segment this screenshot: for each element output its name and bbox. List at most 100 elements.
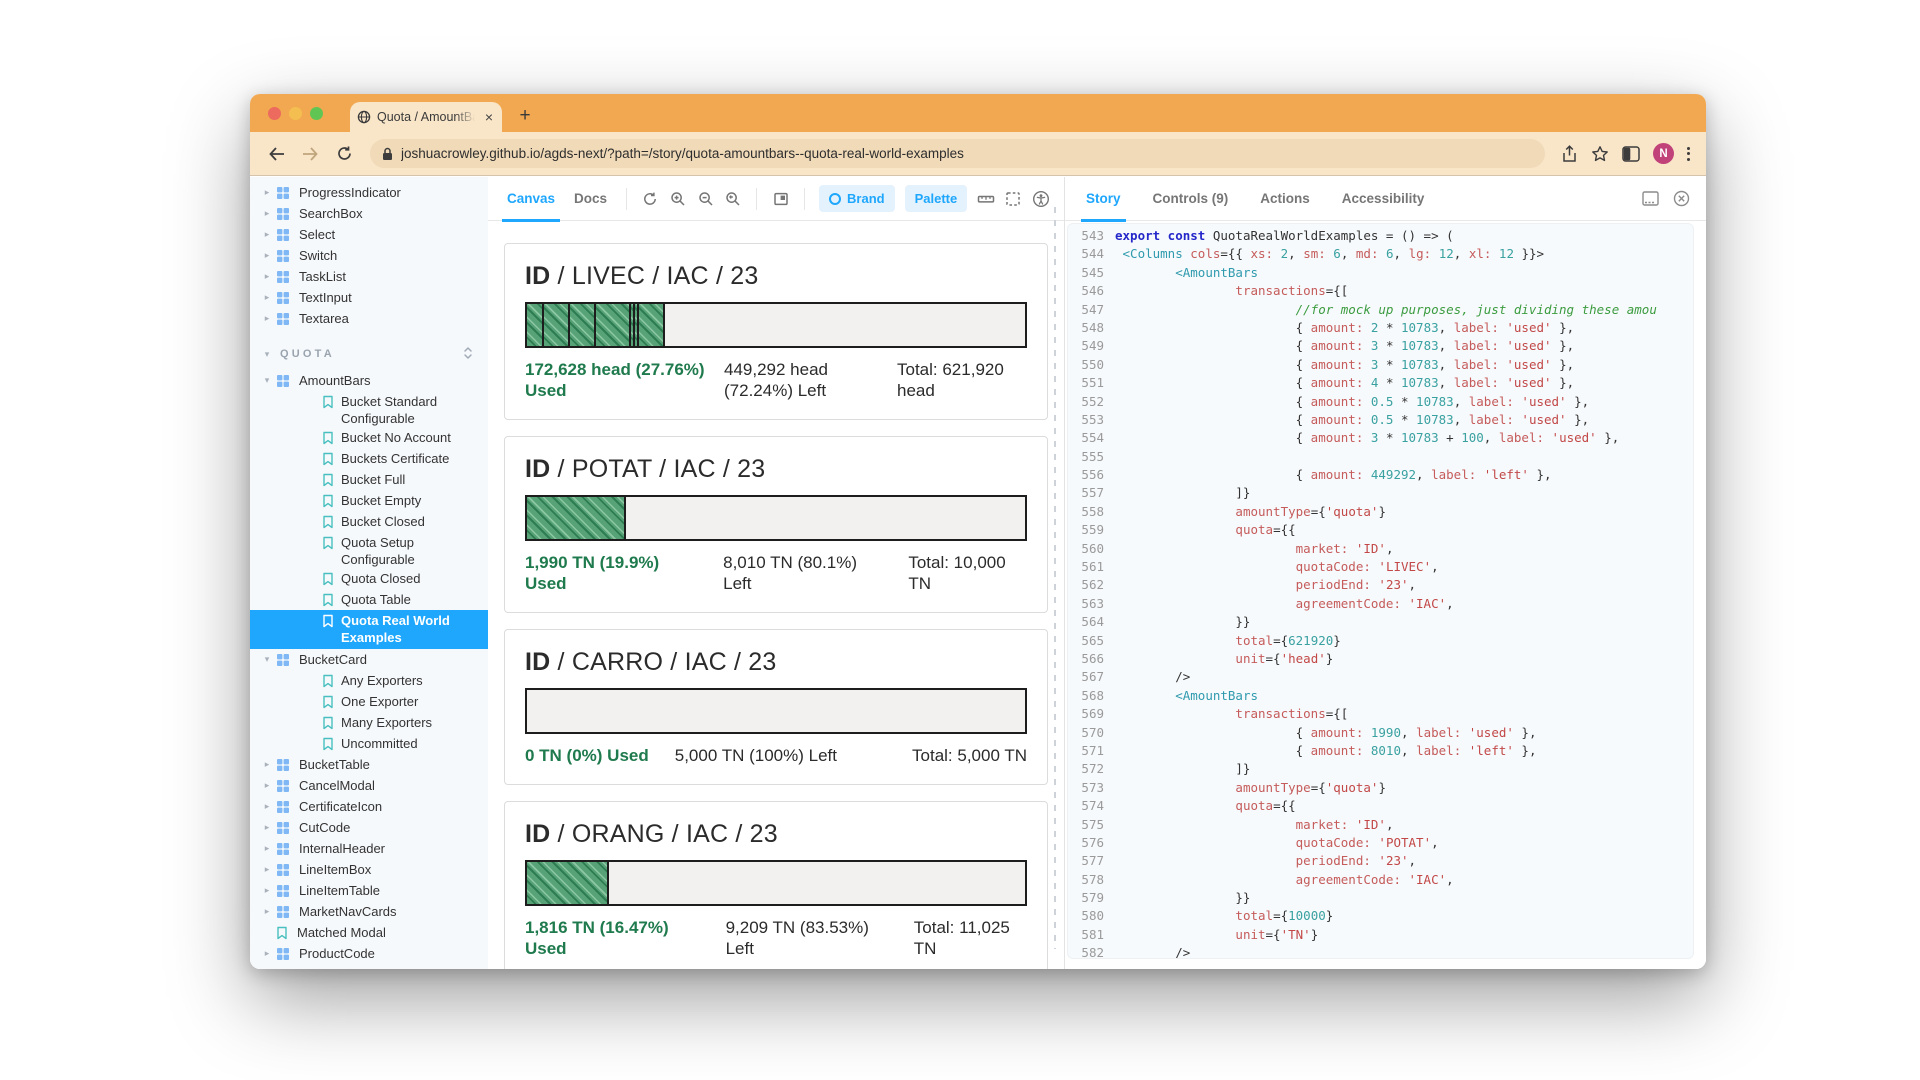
caret-right-icon[interactable]: ▸ [260,205,274,222]
sidebar-panel-icon[interactable] [1622,146,1640,162]
remount-refresh-icon[interactable] [641,186,660,212]
menu-kebab-icon[interactable] [1687,147,1690,161]
sidebar-story-matched-modal[interactable]: Matched Modal [250,922,488,943]
caret-right-icon[interactable]: ▸ [260,861,274,878]
tab-close-icon[interactable]: × [483,110,495,124]
forward-button[interactable] [296,140,324,168]
sidebar-component-marketnavcards[interactable]: ▸MarketNavCards [250,901,488,922]
sidebar-component-productcode[interactable]: ▸ProductCode [250,943,488,964]
share-icon[interactable] [1561,145,1578,163]
sidebar-component-bucketcard[interactable]: ▾BucketCard [250,649,488,670]
sidebar-component-buckettable[interactable]: ▸BucketTable [250,754,488,775]
collapse-expand-button[interactable] [462,346,474,360]
addon-tab-actions[interactable]: Actions [1255,177,1315,221]
sidebar-component-switch[interactable]: ▸Switch [250,245,488,266]
sidebar-component-lineitembox[interactable]: ▸ LineItemBox [250,859,488,880]
measure-icon[interactable] [976,186,995,212]
caret-right-icon[interactable]: ▸ [260,840,274,857]
back-button[interactable] [262,140,290,168]
tab-canvas[interactable]: Canvas [502,177,560,221]
sidebar-story-bucket-standard-configurable[interactable]: Bucket Standard Configurable [250,391,488,427]
zoom-window-button[interactable] [310,107,323,120]
caret-right-icon[interactable]: ▸ [260,184,274,201]
sidebar-component-certificateicon[interactable]: ▸CertificateIcon [250,796,488,817]
sidebar-story-uncommitted[interactable]: Uncommitted [250,733,488,754]
change-background-icon[interactable] [771,186,790,212]
sidebar-component-lineitemtable[interactable]: ▸LineItemTable [250,880,488,901]
sidebar-story-one-exporter[interactable]: One Exporter [250,691,488,712]
story-bookmark-icon [322,536,334,550]
caret-right-icon[interactable]: ▸ [260,966,274,969]
sidebar-story-many-exporters[interactable]: Many Exporters [250,712,488,733]
sidebar-story-bucket-closed[interactable]: Bucket Closed [250,511,488,532]
sidebar-story-quota-closed[interactable]: Quota Closed [250,568,488,589]
caret-right-icon[interactable]: ▸ [260,903,274,920]
addon-tab-accessibility[interactable]: Accessibility [1337,177,1430,221]
addon-tab-story[interactable]: Story [1081,177,1126,221]
sidebar-component-tasklist[interactable]: ▸TaskList [250,266,488,287]
zoom-in-icon[interactable] [669,186,688,212]
sidebar-story-bucket-empty[interactable]: Bucket Empty [250,490,488,511]
sidebar-component-textarea[interactable]: ▸Textarea [250,308,488,329]
bookmark-star-icon[interactable] [1591,145,1609,163]
sidebar-story-bucket-no-account[interactable]: Bucket No Account [250,427,488,448]
outline-icon[interactable] [1004,186,1023,212]
sidebar-component-progressindicator[interactable]: ▸ProgressIndicator [250,182,488,203]
caret-right-icon[interactable]: ▸ [260,268,274,285]
caret-right-icon[interactable]: ▸ [260,310,274,327]
caret-right-icon[interactable]: ▸ [260,247,274,264]
address-bar[interactable]: joshuacrowley.github.io/agds-next/?path=… [370,139,1545,168]
toolbar-pill-brand[interactable]: Brand [819,185,895,212]
toolbar-pill-palette[interactable]: Palette [905,185,968,212]
caret-right-icon[interactable]: ▸ [260,289,274,306]
sidebar-component-select[interactable]: ▸Select [250,224,488,245]
accessibility-vision-icon[interactable] [1031,186,1050,212]
sidebar-component-internalheader[interactable]: ▸InternalHeader [250,838,488,859]
sidebar-story-buckets-certificate[interactable]: Buckets Certificate [250,448,488,469]
caret-right-icon[interactable]: ▸ [260,819,274,836]
sidebar-story-bucket-full[interactable]: Bucket Full [250,469,488,490]
sidebar-component-amountbars[interactable]: ▾AmountBars [250,370,488,391]
sidebar-component-cancelmodal[interactable]: ▸CancelModal [250,775,488,796]
caret-right-icon[interactable]: ▸ [260,945,274,962]
addon-tab-controls-9-[interactable]: Controls (9) [1148,177,1234,221]
caret-right-icon[interactable]: ▸ [260,756,274,773]
caret-down-icon[interactable]: ▾ [260,372,274,389]
zoom-reset-icon[interactable] [724,186,743,212]
sidebar-item-label: LineItemBox [299,861,371,878]
line-number: 568 [1074,687,1104,705]
sidebar-component-textinput[interactable]: ▸TextInput [250,287,488,308]
close-panel-icon[interactable] [1673,190,1690,207]
profile-avatar[interactable]: N [1653,143,1674,164]
caret-right-icon[interactable]: ▸ [260,882,274,899]
amount-bar-used-segment [527,497,626,539]
sidebar-component-searchbox[interactable]: ▸SearchBox [250,203,488,224]
code-line: 559 quota={{ [1074,521,1693,539]
browser-titlebar: Quota / AmountBars - Quota Re × + [250,94,1706,132]
new-tab-button[interactable]: + [514,105,536,127]
sidebar-story-quota-real-world-examples[interactable]: Quota Real World Examples [250,610,488,649]
tab-docs[interactable]: Docs [569,177,612,221]
sidebar-item-label: Bucket No Account [341,429,451,446]
zoom-out-icon[interactable] [696,186,715,212]
panel-position-icon[interactable] [1642,191,1659,206]
caret-down-icon[interactable]: ▾ [260,651,274,668]
story-bookmark-icon [322,674,334,688]
caret-right-icon[interactable]: ▸ [260,777,274,794]
close-window-button[interactable] [268,107,281,120]
minimize-window-button[interactable] [289,107,302,120]
sidebar-item-label: QuotaCards [299,966,369,969]
caret-right-icon[interactable]: ▸ [260,226,274,243]
browser-window: Quota / AmountBars - Quota Re × + joshua… [250,94,1706,969]
code-line: 579 }} [1074,889,1693,907]
caret-right-icon[interactable]: ▸ [260,798,274,815]
browser-tab[interactable]: Quota / AmountBars - Quota Re × [350,102,502,132]
sidebar-section-header[interactable]: ▾QUOTA [250,344,488,364]
reload-button[interactable] [330,140,358,168]
sidebar-story-any-exporters[interactable]: Any Exporters [250,670,488,691]
sidebar-component-quotacards[interactable]: ▸ QuotaCards [250,964,488,969]
amount-bar-used-segment [570,304,596,346]
sidebar-component-cutcode[interactable]: ▸CutCode [250,817,488,838]
sidebar-story-quota-table[interactable]: Quota Table [250,589,488,610]
sidebar-story-quota-setup-configurable[interactable]: Quota Setup Configurable [250,532,488,568]
